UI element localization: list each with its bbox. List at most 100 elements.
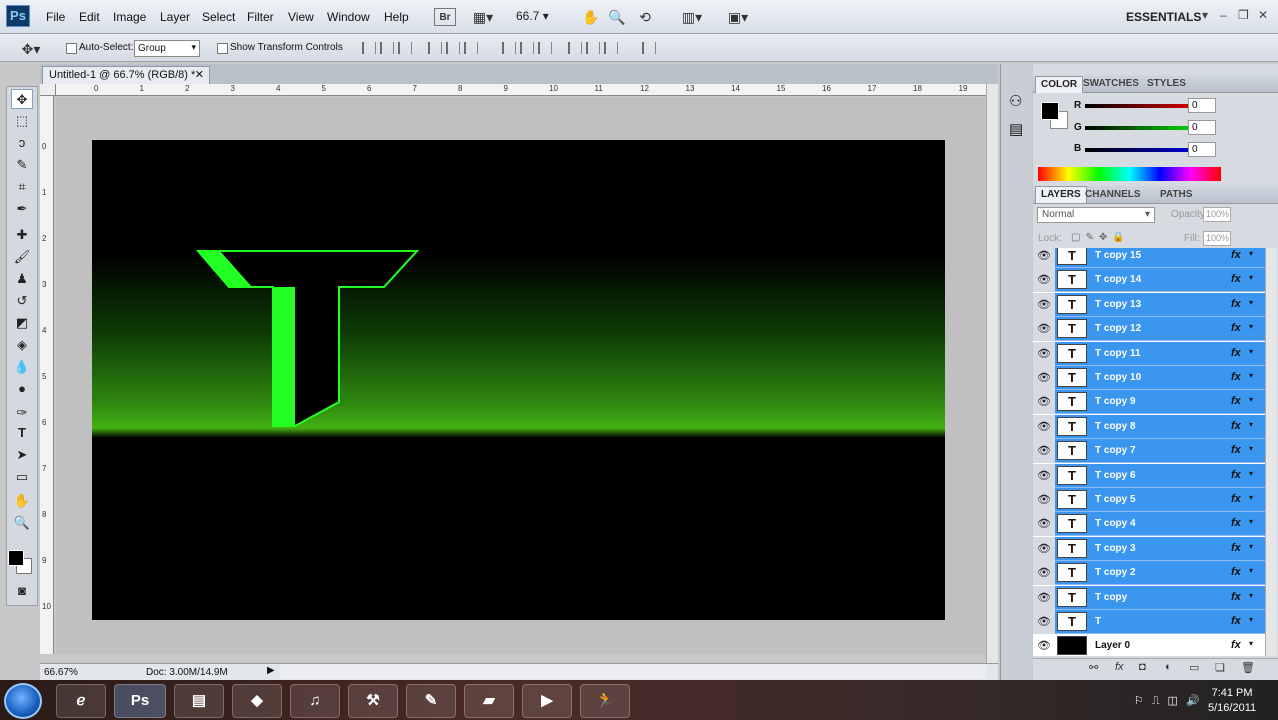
vertical-ruler[interactable]: 0 1 2 3 4 5 6 7 8 9 10	[40, 96, 54, 654]
visibility-eye-icon[interactable]: 👁	[1033, 366, 1055, 390]
app-menu-arrow-icon[interactable]: ▾	[1202, 8, 1208, 22]
fx-expand-icon[interactable]: ▾	[1249, 469, 1253, 478]
status-menu-arrow-icon[interactable]: ▶	[267, 665, 275, 676]
blue-value-field[interactable]: 0	[1188, 142, 1216, 157]
taskbar-photoshop[interactable]: Ps	[114, 684, 166, 718]
align-left-icon[interactable]	[428, 42, 442, 54]
color-spectrum-bar[interactable]	[1038, 167, 1221, 181]
layer-fx-icon[interactable]: fx	[1231, 298, 1241, 310]
status-zoom[interactable]: 66.67%	[44, 667, 78, 678]
layer-row[interactable]: 👁 T T copy 4 fx ▾	[1033, 512, 1265, 537]
layer-name[interactable]: T copy 12	[1095, 323, 1141, 334]
layer-name[interactable]: T copy 9	[1095, 396, 1136, 407]
shape-tool-icon[interactable]: ▭	[11, 467, 33, 487]
tab-paths[interactable]: PATHS	[1160, 189, 1192, 200]
layer-row[interactable]: 👁 T Tfx ▾	[1033, 610, 1265, 634]
layer-name[interactable]: T copy 4	[1095, 518, 1136, 529]
layer-fx-icon[interactable]: fx	[1231, 322, 1241, 334]
clone-stamp-tool-icon[interactable]: ♟	[11, 269, 33, 289]
restore-icon[interactable]: ❐	[1238, 8, 1249, 22]
fill-field[interactable]: 100%	[1203, 231, 1231, 246]
ruler-origin[interactable]	[40, 84, 56, 96]
close-icon[interactable]: ✕	[1258, 8, 1268, 22]
layer-fx-icon[interactable]: fx	[1231, 371, 1241, 383]
layer-name[interactable]: T copy 10	[1095, 372, 1141, 383]
itunes-icon[interactable]: ♫	[290, 684, 340, 718]
menu-edit[interactable]: Edit	[79, 10, 100, 24]
visibility-eye-icon[interactable]: 👁	[1033, 317, 1055, 342]
hand-icon[interactable]: ✋	[582, 8, 600, 26]
new-group-icon[interactable]: ▭	[1189, 661, 1199, 674]
layer-row[interactable]: 👁 T T copy 7 fx ▾	[1033, 439, 1265, 464]
visibility-eye-icon[interactable]: 👁	[1033, 610, 1055, 634]
layer-row[interactable]: 👁 T T copy 12 fx ▾	[1033, 317, 1265, 342]
layer-name[interactable]: T copy 11	[1095, 348, 1141, 359]
arrange-documents-icon[interactable]: ▥▾	[676, 8, 708, 26]
visibility-eye-icon[interactable]: 👁	[1033, 292, 1055, 317]
add-style-icon[interactable]: fx	[1115, 661, 1124, 673]
media-player-icon[interactable]: ▶	[522, 684, 572, 718]
layer-fx-icon[interactable]: fx	[1231, 615, 1241, 627]
document-canvas[interactable]	[92, 140, 945, 620]
menu-layer[interactable]: Layer	[160, 10, 190, 24]
layer-row[interactable]: 👁 Layer 0 fx ▾	[1033, 634, 1265, 656]
layer-fx-icon[interactable]: fx	[1231, 273, 1241, 285]
tab-layers[interactable]: LAYERS	[1035, 186, 1087, 203]
layers-scrollbar[interactable]	[1265, 248, 1277, 656]
close-tab-icon[interactable]: ✕	[195, 68, 204, 81]
layer-fx-icon[interactable]: fx	[1231, 420, 1241, 432]
actions-panel-icon[interactable]: ▤	[1009, 120, 1023, 138]
visibility-eye-icon[interactable]: 👁	[1033, 488, 1055, 512]
layer-row[interactable]: 👁 T T copy 14 fx ▾	[1033, 268, 1265, 293]
menu-filter[interactable]: Filter	[247, 10, 274, 24]
auto-select-dropdown[interactable]: Group ▾	[134, 40, 200, 57]
foreground-color-swatch[interactable]	[8, 550, 24, 566]
workspace-switcher[interactable]: ESSENTIALS	[1126, 10, 1201, 24]
layer-fx-icon[interactable]: fx	[1231, 444, 1241, 456]
visibility-eye-icon[interactable]: 👁	[1033, 414, 1055, 439]
zoom-level-field[interactable]: 66.7 ▾	[516, 9, 560, 25]
layer-row[interactable]: 👁 T T copy 5 fx ▾	[1033, 488, 1265, 512]
layer-name[interactable]: T copy 8	[1095, 421, 1136, 432]
layer-row[interactable]: 👁 T T copy 13 fx ▾	[1033, 292, 1265, 317]
rotate-view-icon[interactable]: ⟲	[636, 8, 654, 26]
aim-runner-icon[interactable]: 🏃	[580, 684, 630, 718]
fx-expand-icon[interactable]: ▾	[1249, 395, 1253, 404]
pen-tool-icon[interactable]: ✑	[11, 403, 33, 423]
photoshop-logo[interactable]: Ps	[6, 5, 30, 27]
blur-tool-icon[interactable]: 💧	[11, 357, 33, 377]
hand-tool-icon[interactable]: ✋	[11, 491, 33, 511]
align-bottom-icon[interactable]	[398, 42, 412, 54]
fx-expand-icon[interactable]: ▾	[1249, 273, 1253, 282]
quick-select-tool-icon[interactable]: ✎	[11, 155, 33, 175]
fx-expand-icon[interactable]: ▾	[1249, 517, 1253, 526]
fx-expand-icon[interactable]: ▾	[1249, 542, 1253, 551]
visibility-eye-icon[interactable]: 👁	[1037, 639, 1051, 652]
layer-name[interactable]: T	[1095, 616, 1101, 627]
add-mask-icon[interactable]: ◘	[1139, 661, 1146, 673]
visibility-eye-icon[interactable]: 👁	[1033, 536, 1055, 561]
crop-tool-icon[interactable]: ⌗	[11, 177, 33, 197]
distribute-top-icon[interactable]	[502, 42, 516, 54]
app-notepad-icon[interactable]: ▰	[464, 684, 514, 718]
distribute-hcenter-icon[interactable]	[586, 42, 600, 54]
distribute-left-icon[interactable]	[568, 42, 582, 54]
menu-image[interactable]: Image	[113, 10, 146, 24]
lock-icons[interactable]: ▢✎✥🔒	[1071, 232, 1130, 243]
layer-fx-icon[interactable]: fx	[1231, 347, 1241, 359]
marquee-tool-icon[interactable]: ⬚	[11, 111, 33, 131]
fx-expand-icon[interactable]: ▾	[1249, 322, 1253, 331]
menu-window[interactable]: Window	[327, 10, 370, 24]
eraser-tool-icon[interactable]: ◩	[11, 313, 33, 333]
dodge-tool-icon[interactable]: ●	[11, 379, 33, 399]
layer-name[interactable]: T copy 3	[1095, 543, 1136, 554]
color-foreground-swatch[interactable]	[1041, 102, 1059, 120]
menu-help[interactable]: Help	[384, 10, 409, 24]
align-top-icon[interactable]	[362, 42, 376, 54]
align-vcenter-icon[interactable]	[380, 42, 394, 54]
tab-color[interactable]: COLOR	[1035, 76, 1084, 93]
tab-styles[interactable]: STYLES	[1147, 78, 1186, 89]
visibility-eye-icon[interactable]: 👁	[1033, 439, 1055, 464]
taskbar-clock[interactable]: 7:41 PM 5/16/2011	[1208, 686, 1256, 716]
fx-expand-icon[interactable]: ▾	[1249, 371, 1253, 380]
